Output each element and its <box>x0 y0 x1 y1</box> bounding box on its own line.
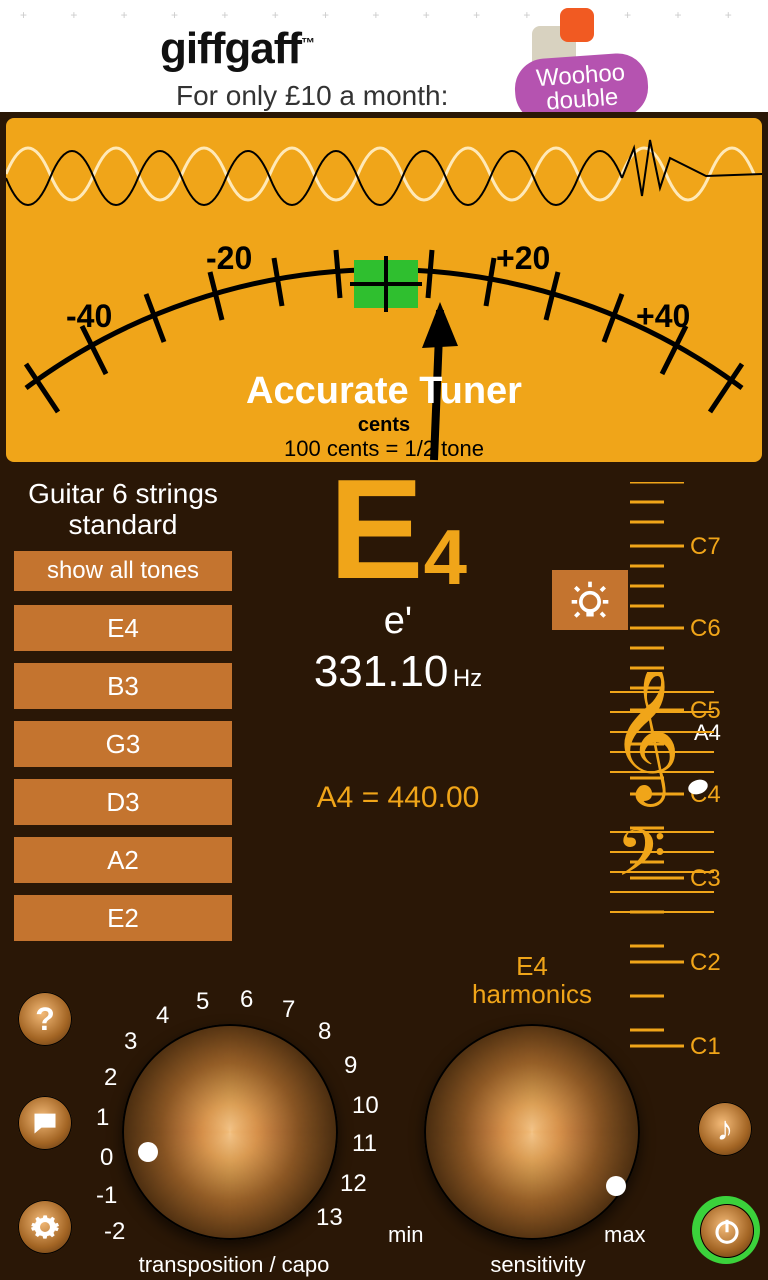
bass-clef-icon: 𝄢 <box>616 817 666 905</box>
feedback-button[interactable] <box>18 1096 72 1150</box>
scale-label: +40 <box>636 298 690 335</box>
question-icon: ? <box>35 1001 55 1038</box>
string-button-d3[interactable]: D3 <box>14 779 232 825</box>
treble-clef-icon: 𝄞 <box>610 672 681 807</box>
capo-mark: 4 <box>156 1002 169 1030</box>
string-button-b3[interactable]: B3 <box>14 663 232 709</box>
capo-mark: 3 <box>124 1028 137 1056</box>
light-button[interactable] <box>552 570 628 630</box>
sensitivity-label: sensitivity <box>438 1252 638 1278</box>
ad-decor-square <box>560 8 594 42</box>
ad-tagline: For only £10 a month: <box>176 80 448 112</box>
harmonics-label: E4 harmonics <box>424 953 640 1008</box>
settings-button[interactable] <box>18 1200 72 1254</box>
ad-brand: giffgaff™ <box>160 24 314 74</box>
string-button-e4[interactable]: E4 <box>14 605 232 651</box>
power-icon <box>712 1216 742 1246</box>
capo-mark: 1 <box>96 1104 109 1132</box>
capo-mark: -1 <box>96 1182 117 1210</box>
capo-mark: 9 <box>344 1052 357 1080</box>
capo-mark: 11 <box>352 1130 377 1158</box>
scale-label: -40 <box>66 298 112 335</box>
ad-badge: Woohoo double <box>513 51 650 112</box>
capo-mark: -2 <box>104 1218 125 1246</box>
power-button[interactable] <box>700 1204 754 1258</box>
a4-reference: A4 = 440.00 <box>248 781 548 815</box>
capo-mark: 6 <box>240 986 253 1014</box>
scale-label: -20 <box>206 240 252 277</box>
string-button-e2[interactable]: E2 <box>14 895 232 941</box>
capo-mark: 8 <box>318 1018 331 1046</box>
tuning-meter: -40 -20 +20 +40 Accurate Tuner cents 100… <box>6 118 762 462</box>
instrument-title: Guitar 6 strings standard <box>14 478 232 541</box>
help-button[interactable]: ? <box>18 992 72 1046</box>
transposition-knob[interactable] <box>122 1024 338 1240</box>
sensitivity-max-label: max <box>604 1222 646 1248</box>
frequency-readout: 331.10 Hz <box>248 647 548 697</box>
capo-mark: 12 <box>340 1170 367 1198</box>
svg-text:C2: C2 <box>690 949 721 976</box>
capo-mark: 7 <box>282 996 295 1024</box>
note-staff: 𝄞 𝄢 <box>610 672 714 927</box>
cents-unit-label: cents <box>6 414 762 437</box>
ad-banner[interactable]: giffgaff™ For only £10 a month: Woohoo d… <box>0 0 768 112</box>
solfege-label: e' <box>248 600 548 643</box>
string-button-g3[interactable]: G3 <box>14 721 232 767</box>
detected-note: E4 <box>248 466 548 594</box>
transposition-label: transposition / capo <box>104 1252 364 1278</box>
svg-text:C7: C7 <box>690 533 721 560</box>
capo-mark: 5 <box>196 988 209 1016</box>
sensitivity-knob[interactable] <box>424 1024 640 1240</box>
app-title: Accurate Tuner <box>6 370 762 413</box>
sensitivity-min-label: min <box>388 1222 423 1248</box>
string-button-a2[interactable]: A2 <box>14 837 232 883</box>
show-all-tones-button[interactable]: show all tones <box>14 551 232 591</box>
speech-bubble-icon <box>31 1109 59 1137</box>
capo-mark: 13 <box>316 1204 343 1232</box>
svg-text:C6: C6 <box>690 615 721 642</box>
capo-mark: 2 <box>104 1064 117 1092</box>
scale-label: +20 <box>496 240 550 277</box>
play-tone-button[interactable]: ♪ <box>698 1102 752 1156</box>
lightbulb-icon <box>568 578 612 622</box>
music-note-icon: ♪ <box>717 1110 734 1149</box>
capo-mark: 0 <box>100 1144 113 1172</box>
capo-mark: 10 <box>352 1092 379 1120</box>
gear-icon <box>30 1212 60 1242</box>
